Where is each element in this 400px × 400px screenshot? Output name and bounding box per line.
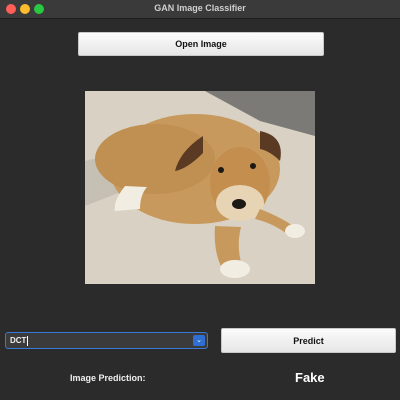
prediction-label: Image Prediction: [70,373,146,383]
prediction-value: Fake [295,370,325,385]
dog-photo [85,91,315,284]
open-image-button[interactable]: Open Image [78,32,324,56]
method-select[interactable]: DCT ⌄ [5,332,208,349]
image-preview [85,91,315,284]
predict-button[interactable]: Predict [221,328,396,353]
chevron-down-icon[interactable]: ⌄ [193,335,205,346]
method-select-value: DCT [10,336,27,345]
text-caret [27,335,29,346]
title-bar: GAN Image Classifier [0,0,400,19]
window-title: GAN Image Classifier [154,3,246,13]
